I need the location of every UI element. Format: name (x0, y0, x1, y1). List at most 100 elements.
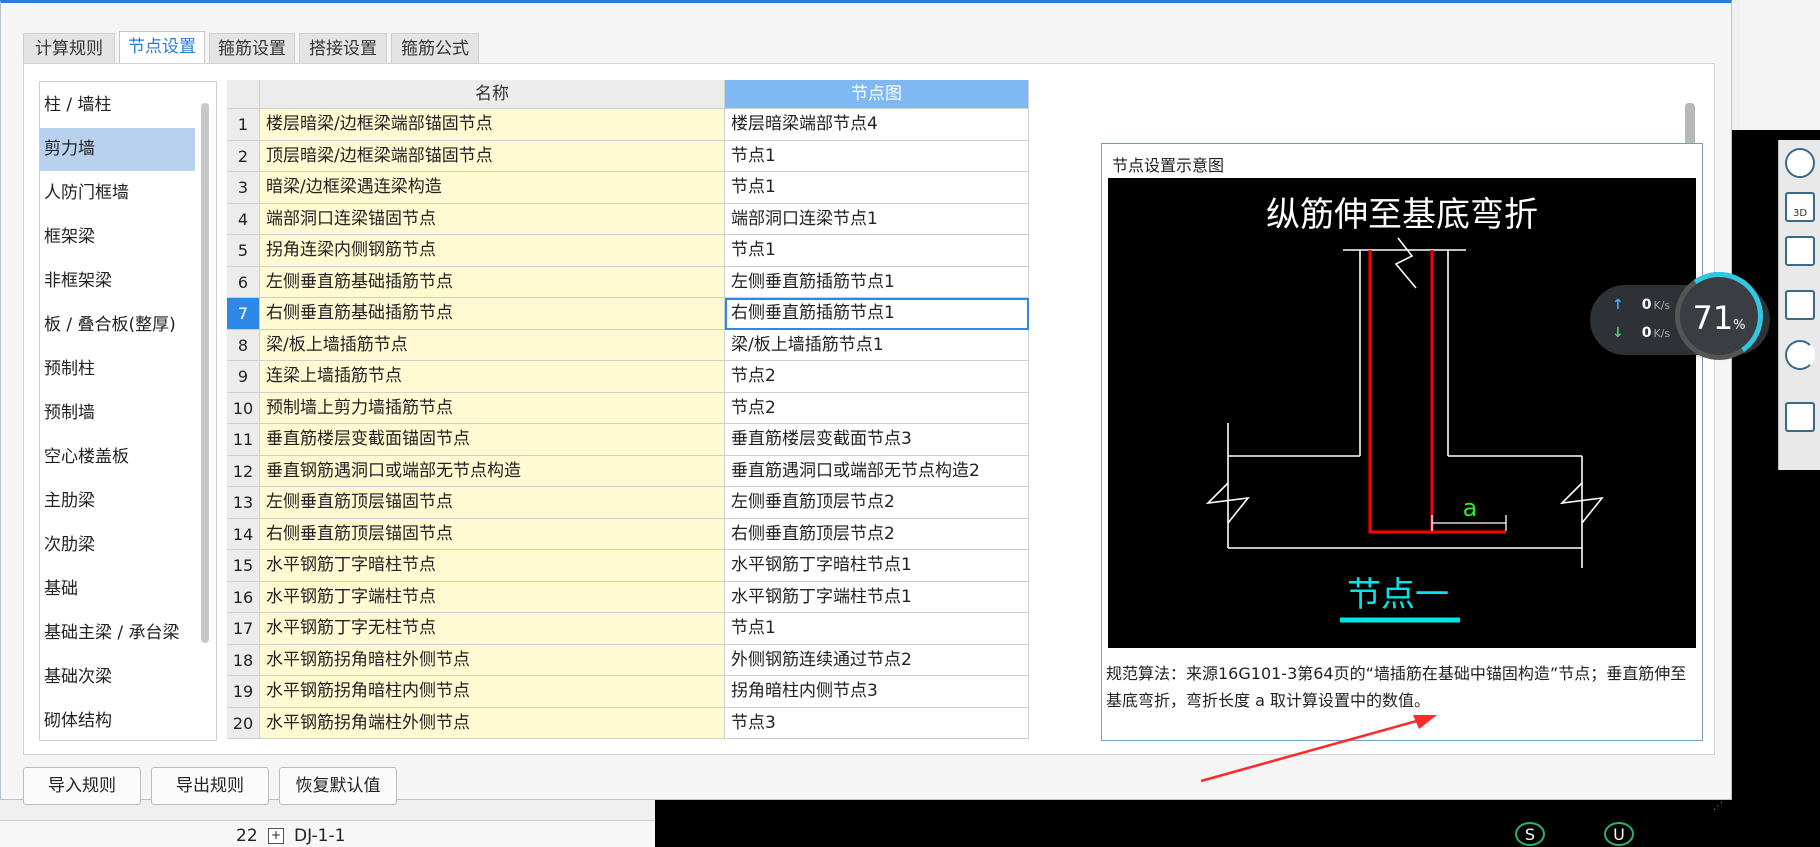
category-item-frame-beam[interactable]: 框架梁 (40, 216, 195, 259)
node-diagram-cell[interactable]: 外侧钢筋连续通过节点2 (725, 644, 1029, 676)
node-diagram-cell[interactable]: 节点1 (725, 172, 1029, 204)
category-item-main-rib-beam[interactable]: 主肋梁 (40, 480, 195, 523)
table-row[interactable]: 16 水平钢筋丁字端柱节点 水平钢筋丁字端柱节点1 (227, 581, 1029, 613)
row-number[interactable]: 3 (227, 172, 260, 204)
table-row[interactable]: 17 水平钢筋丁字无柱节点 节点1 (227, 613, 1029, 645)
table-row[interactable]: 9 连梁上墙插筋节点 节点2 (227, 361, 1029, 393)
tab-lap-settings[interactable]: 搭接设置 (299, 33, 387, 63)
node-diagram-cell[interactable]: 节点3 (725, 707, 1029, 739)
rotate-icon[interactable] (1785, 340, 1815, 370)
row-number[interactable]: 4 (227, 203, 260, 235)
node-diagram-cell[interactable]: 垂直筋楼层变截面节点3 (725, 424, 1029, 456)
row-number[interactable]: 2 (227, 140, 260, 172)
node-diagram-cell[interactable]: 垂直筋遇洞口或端部无节点构造2 (725, 455, 1029, 487)
node-diagram-cell[interactable]: 端部洞口连梁节点1 (725, 203, 1029, 235)
table-row[interactable]: 12 垂直钢筋遇洞口或端部无节点构造 垂直筋遇洞口或端部无节点构造2 (227, 455, 1029, 487)
tab-stirrup-settings[interactable]: 箍筋设置 (209, 33, 295, 63)
table-row[interactable]: 1 楼层暗梁/边框梁端部锚固节点 楼层暗梁端部节点4 (227, 109, 1029, 141)
category-item-foundation[interactable]: 基础 (40, 568, 195, 611)
table-row[interactable]: 5 拐角连梁内侧钢筋节点 节点1 (227, 235, 1029, 267)
node-diagram-cell[interactable]: 节点1 (725, 140, 1029, 172)
snap-u-icon[interactable]: U (1604, 822, 1634, 846)
category-item-foundation-main-beam[interactable]: 基础主梁 / 承台梁 (40, 612, 195, 655)
category-item-slab[interactable]: 板 / 叠合板(整厚) (40, 304, 195, 347)
table-row[interactable]: 11 垂直筋楼层变截面锚固节点 垂直筋楼层变截面节点3 (227, 424, 1029, 456)
row-number[interactable]: 15 (227, 550, 260, 582)
import-rules-button[interactable]: 导入规则 (23, 767, 141, 805)
category-item-secondary-rib-beam[interactable]: 次肋梁 (40, 524, 195, 567)
box-view-icon[interactable] (1785, 290, 1815, 320)
row-number[interactable]: 12 (227, 455, 260, 487)
table-row[interactable]: 7 右侧垂直筋基础插筋节点 右侧垂直筋插筋节点1 (227, 298, 1029, 330)
node-diagram-cell[interactable]: 拐角暗柱内侧节点3 (725, 676, 1029, 708)
node-diagram-cell[interactable]: 右侧垂直筋顶层节点2 (725, 518, 1029, 550)
table-row[interactable]: 6 左侧垂直筋基础插筋节点 左侧垂直筋插筋节点1 (227, 266, 1029, 298)
export-rules-button[interactable]: 导出规则 (151, 767, 269, 805)
orbit-icon[interactable] (1785, 148, 1815, 178)
row-number[interactable]: 11 (227, 424, 260, 456)
category-item-civil-defense-door[interactable]: 人防门框墙 (40, 172, 195, 215)
category-item-shear-wall[interactable]: 剪力墙 (40, 128, 195, 171)
table-row[interactable]: 19 水平钢筋拐角暗柱内侧节点 拐角暗柱内侧节点3 (227, 676, 1029, 708)
category-list[interactable]: 柱 / 墙柱 剪力墙 人防门框墙 框架梁 非框架梁 板 / 叠合板(整厚) 预制… (39, 81, 217, 741)
node-diagram-cell[interactable]: 节点1 (725, 613, 1029, 645)
table-row[interactable]: 13 左侧垂直筋顶层锚固节点 左侧垂直筋顶层节点2 (227, 487, 1029, 519)
row-number[interactable]: 19 (227, 676, 260, 708)
tab-node-settings[interactable]: 节点设置 (119, 31, 205, 63)
node-diagram-cell[interactable]: 楼层暗梁端部节点4 (725, 109, 1029, 141)
table-row[interactable]: 2 顶层暗梁/边框梁端部锚固节点 节点1 (227, 140, 1029, 172)
node-diagram-cell[interactable]: 左侧垂直筋顶层节点2 (725, 487, 1029, 519)
category-item-non-frame-beam[interactable]: 非框架梁 (40, 260, 195, 303)
3d-view-icon[interactable]: 3D (1785, 192, 1815, 222)
row-number[interactable]: 17 (227, 613, 260, 645)
category-scrollbar[interactable] (201, 103, 209, 643)
row-number[interactable]: 20 (227, 707, 260, 739)
row-number[interactable]: 9 (227, 361, 260, 393)
table-row[interactable]: 18 水平钢筋拐角暗柱外侧节点 外侧钢筋连续通过节点2 (227, 644, 1029, 676)
node-diagram-cell[interactable]: 右侧垂直筋插筋节点1 (725, 298, 1029, 330)
node-diagram-cell[interactable]: 左侧垂直筋插筋节点1 (725, 266, 1029, 298)
column-header-node[interactable]: 节点图 (725, 80, 1029, 109)
row-number[interactable]: 6 (227, 266, 260, 298)
category-item-precast-column[interactable]: 预制柱 (40, 348, 195, 391)
table-row[interactable]: 8 梁/板上墙插筋节点 梁/板上墙插筋节点1 (227, 329, 1029, 361)
table-row[interactable]: 14 右侧垂直筋顶层锚固节点 右侧垂直筋顶层节点2 (227, 518, 1029, 550)
table-row[interactable]: 3 暗梁/边框梁遇连梁构造 节点1 (227, 172, 1029, 204)
row-number[interactable]: 1 (227, 109, 260, 141)
node-diagram-cell[interactable]: 水平钢筋丁字暗柱节点1 (725, 550, 1029, 582)
row-number[interactable]: 13 (227, 487, 260, 519)
tree-row-name[interactable]: DJ-1-1 (294, 826, 345, 846)
row-number[interactable]: 10 (227, 392, 260, 424)
category-item-hollow-slab[interactable]: 空心楼盖板 (40, 436, 195, 479)
restore-defaults-button[interactable]: 恢复默认值 (279, 767, 397, 805)
column-header-name[interactable]: 名称 (260, 80, 725, 109)
row-number[interactable]: 5 (227, 235, 260, 267)
table-row[interactable]: 10 预制墙上剪力墙插筋节点 节点2 (227, 392, 1029, 424)
node-diagram-cell[interactable]: 节点2 (725, 361, 1029, 393)
row-number[interactable]: 14 (227, 518, 260, 550)
tab-calculation-rules[interactable]: 计算规则 (23, 33, 115, 63)
node-diagram-cell[interactable]: 节点1 (725, 235, 1029, 267)
row-number[interactable]: 7 (227, 298, 260, 330)
grid-settings-icon[interactable] (1785, 402, 1815, 432)
node-diagram-cell[interactable]: 梁/板上墙插筋节点1 (725, 329, 1029, 361)
node-diagram-cell[interactable]: 水平钢筋丁字端柱节点1 (725, 581, 1029, 613)
tab-stirrup-formula[interactable]: 箍筋公式 (391, 33, 479, 63)
category-item-precast-wall[interactable]: 预制墙 (40, 392, 195, 435)
table-row[interactable]: 15 水平钢筋丁字暗柱节点 水平钢筋丁字暗柱节点1 (227, 550, 1029, 582)
cube-icon[interactable] (1785, 236, 1815, 266)
category-item-column[interactable]: 柱 / 墙柱 (40, 84, 195, 127)
category-item-foundation-secondary-beam[interactable]: 基础次梁 (40, 656, 195, 699)
table-row[interactable]: 4 端部洞口连梁锚固节点 端部洞口连梁节点1 (227, 203, 1029, 235)
memory-gauge[interactable]: 71% (1668, 265, 1770, 367)
table-row[interactable]: 20 水平钢筋拐角端柱外侧节点 节点3 (227, 707, 1029, 739)
row-number[interactable]: 18 (227, 644, 260, 676)
node-diagram-cell[interactable]: 节点2 (725, 392, 1029, 424)
category-item-masonry[interactable]: 砌体结构 (40, 700, 195, 740)
snap-s-icon[interactable]: S (1515, 822, 1545, 846)
row-number[interactable]: 8 (227, 329, 260, 361)
resize-grip-icon[interactable]: ⋰ (1713, 801, 1727, 815)
upload-value: 0 (1641, 297, 1652, 313)
expand-icon[interactable]: + (268, 828, 284, 844)
row-number[interactable]: 16 (227, 581, 260, 613)
